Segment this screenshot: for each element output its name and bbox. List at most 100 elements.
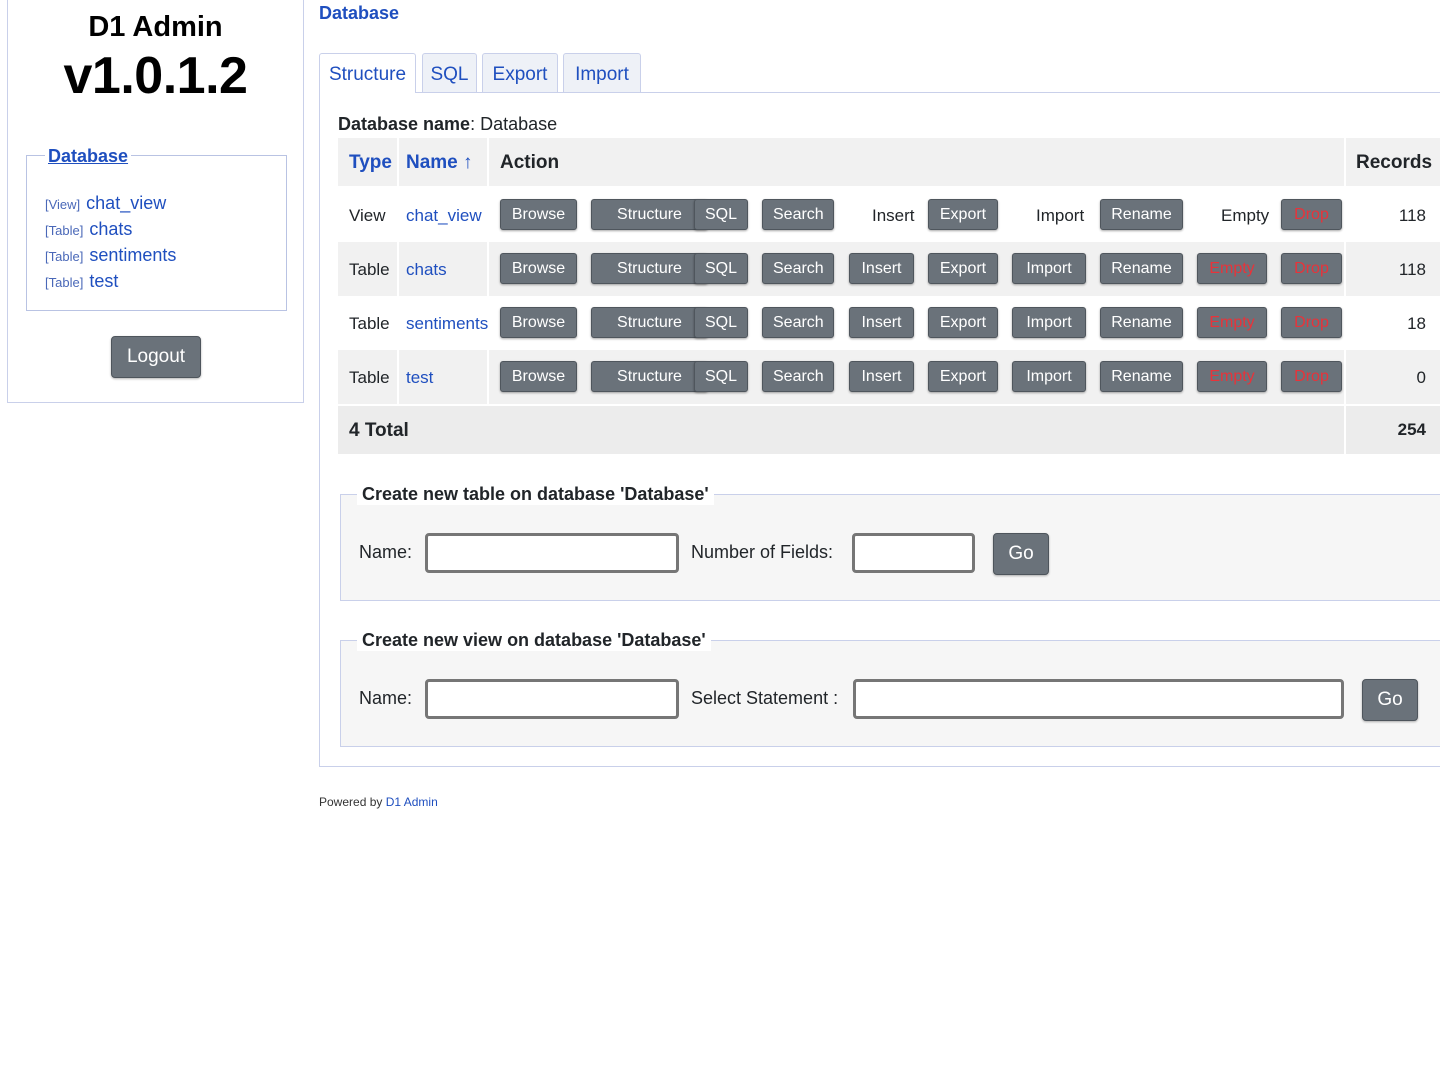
table-name-input[interactable] [425, 533, 679, 573]
select-statement-input[interactable] [853, 679, 1344, 719]
footer-link[interactable]: D1 Admin [386, 795, 438, 809]
create-table-go-button[interactable]: Go [993, 533, 1049, 575]
database-link[interactable]: Database [48, 146, 128, 166]
object-type: [Table] [45, 249, 84, 264]
structure-button[interactable]: Structure [591, 307, 708, 338]
table-row: Table sentiments Browse Structure SQL Se… [338, 296, 1440, 350]
row-type: Table [349, 368, 390, 387]
table-row: View chat_view Browse Structure SQL Sear… [338, 188, 1440, 242]
tab-export[interactable]: Export [482, 53, 558, 92]
tab-structure[interactable]: Structure [319, 53, 416, 93]
object-item-chats[interactable]: [Table] chats [45, 216, 176, 242]
object-item-chat-view[interactable]: [View] chat_view [45, 190, 176, 216]
drop-button[interactable]: Drop [1281, 199, 1342, 230]
footer: Powered by D1 Admin [319, 795, 438, 809]
table-row: Table test Browse Structure SQL Search I… [338, 350, 1440, 404]
structure-button[interactable]: Structure [591, 253, 708, 284]
rename-button[interactable]: Rename [1100, 307, 1183, 338]
total-label: 4 Total [349, 420, 409, 441]
drop-button[interactable]: Drop [1281, 253, 1342, 284]
browse-button[interactable]: Browse [500, 361, 577, 392]
export-button[interactable]: Export [928, 361, 998, 392]
export-button[interactable]: Export [928, 307, 998, 338]
rename-button[interactable]: Rename [1100, 199, 1183, 230]
import-button[interactable]: Import [1012, 307, 1086, 338]
browse-button[interactable]: Browse [500, 307, 577, 338]
database-legend: Database [45, 146, 132, 167]
object-item-sentiments[interactable]: [Table] sentiments [45, 242, 176, 268]
empty-label: Empty [1221, 206, 1270, 225]
insert-button[interactable]: Insert [849, 361, 914, 392]
table-header-row: Type Name ↑ Action Records [338, 138, 1440, 186]
database-name-line: Database name: Database [338, 114, 558, 134]
drop-button[interactable]: Drop [1281, 307, 1342, 338]
page-heading[interactable]: Database [319, 3, 399, 24]
object-link[interactable]: sentiments [89, 245, 176, 265]
drop-button[interactable]: Drop [1281, 361, 1342, 392]
database-name-label: Database name [338, 114, 471, 134]
import-label: Import [1036, 206, 1085, 225]
sql-button[interactable]: SQL [694, 307, 748, 338]
insert-button[interactable]: Insert [849, 253, 914, 284]
sidebar: D1 Admin v1.0.1.2 Database [View] chat_vi… [7, 0, 304, 403]
type-column-header[interactable]: Type [349, 152, 392, 174]
export-button[interactable]: Export [928, 253, 998, 284]
create-view-legend: Create new view on database 'Database' [357, 629, 711, 651]
browse-button[interactable]: Browse [500, 199, 577, 230]
browse-button[interactable]: Browse [500, 253, 577, 284]
database-panel: Database [View] chat_view [Table] chats [T… [26, 146, 287, 311]
footer-text: Powered by [319, 795, 383, 809]
records-column-header: Records [1356, 152, 1433, 173]
search-button[interactable]: Search [762, 253, 834, 284]
export-button[interactable]: Export [928, 199, 998, 230]
app-version: v1.0.1.2 [63, 47, 248, 105]
row-name-link[interactable]: chats [406, 260, 447, 280]
import-button[interactable]: Import [1012, 361, 1086, 392]
row-records: 118 [1398, 206, 1426, 225]
empty-button[interactable]: Empty [1197, 307, 1267, 338]
sql-button[interactable]: SQL [694, 253, 748, 284]
tab-sql[interactable]: SQL [422, 53, 477, 92]
object-link[interactable]: chats [89, 219, 132, 239]
row-records: 0 [1416, 368, 1426, 387]
create-view-go-button[interactable]: Go [1362, 679, 1418, 721]
object-type: [View] [45, 197, 81, 212]
object-type: [Table] [45, 275, 84, 290]
row-name-link[interactable]: test [406, 368, 433, 388]
row-type: Table [349, 314, 390, 333]
table-name-label: Name: [359, 542, 413, 562]
row-records: 118 [1398, 260, 1426, 279]
name-column-header[interactable]: Name ↑ [406, 152, 473, 174]
search-button[interactable]: Search [762, 361, 834, 392]
tab-import[interactable]: Import [563, 53, 641, 92]
sql-button[interactable]: SQL [694, 361, 748, 392]
sql-button[interactable]: SQL [694, 199, 748, 230]
object-list: [View] chat_view [Table] chats [Table] sent… [45, 190, 176, 294]
logout-button[interactable]: Logout [111, 336, 201, 378]
row-type: Table [349, 260, 390, 279]
row-name-link[interactable]: chat_view [406, 206, 482, 226]
search-button[interactable]: Search [762, 199, 834, 230]
table-total-row: 4 Total 254 [338, 406, 1440, 454]
structure-button[interactable]: Structure [591, 361, 708, 392]
object-link[interactable]: test [89, 271, 118, 291]
structure-button[interactable]: Structure [591, 199, 708, 230]
object-type: [Table] [45, 223, 84, 238]
number-of-fields-label: Number of Fields: [691, 542, 834, 562]
empty-button[interactable]: Empty [1197, 361, 1267, 392]
row-name-link[interactable]: sentiments [406, 314, 488, 334]
database-name-value: Database [480, 114, 558, 134]
rename-button[interactable]: Rename [1100, 253, 1183, 284]
insert-button[interactable]: Insert [849, 307, 914, 338]
number-of-fields-input[interactable] [852, 533, 975, 573]
row-records: 18 [1407, 314, 1426, 333]
import-button[interactable]: Import [1012, 253, 1086, 284]
view-name-input[interactable] [425, 679, 679, 719]
total-records: 254 [1397, 420, 1426, 439]
insert-label: Insert [872, 206, 915, 225]
object-link[interactable]: chat_view [86, 193, 166, 213]
search-button[interactable]: Search [762, 307, 834, 338]
rename-button[interactable]: Rename [1100, 361, 1183, 392]
object-item-test[interactable]: [Table] test [45, 268, 176, 294]
empty-button[interactable]: Empty [1197, 253, 1267, 284]
